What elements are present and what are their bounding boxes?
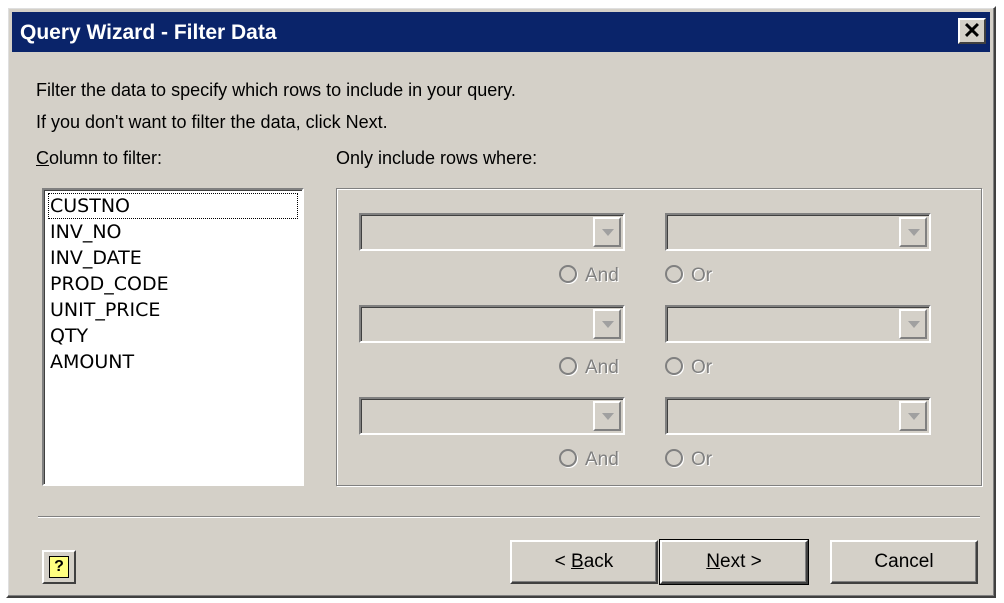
and-radio-2[interactable]: And	[559, 357, 619, 379]
close-icon: ✕	[962, 18, 982, 43]
instruction-line-2: If you don't want to filter the data, cl…	[36, 112, 388, 132]
help-icon: ?	[49, 556, 69, 578]
separator	[38, 516, 980, 518]
criteria-group: And Or And Or And Or	[336, 188, 982, 486]
value-combo-2[interactable]	[665, 305, 931, 343]
query-wizard-dialog: Query Wizard - Filter Data ✕ Filter the …	[6, 6, 996, 598]
title-bar[interactable]: Query Wizard - Filter Data ✕	[12, 12, 990, 52]
radio-icon	[559, 449, 577, 467]
list-item[interactable]: PROD_CODE	[48, 271, 298, 297]
operator-combo-3[interactable]	[359, 397, 625, 435]
cancel-button[interactable]: Cancel	[830, 540, 978, 584]
back-button[interactable]: < Back	[510, 540, 658, 584]
list-item[interactable]: INV_NO	[48, 219, 298, 245]
list-item[interactable]: QTY	[48, 323, 298, 349]
list-item[interactable]: INV_DATE	[48, 245, 298, 271]
close-button[interactable]: ✕	[958, 18, 986, 44]
chevron-down-icon[interactable]	[899, 309, 927, 339]
and-radio-3[interactable]: And	[559, 449, 619, 471]
or-radio-2[interactable]: Or	[665, 357, 712, 379]
list-item[interactable]: AMOUNT	[48, 349, 298, 375]
or-radio-1[interactable]: Or	[665, 265, 712, 287]
criteria-label: Only include rows where:	[336, 148, 538, 168]
list-item[interactable]: CUSTNO	[48, 193, 298, 219]
column-listbox[interactable]: CUSTNO INV_NO INV_DATE PROD_CODE UNIT_PR…	[42, 188, 304, 486]
or-radio-3[interactable]: Or	[665, 449, 712, 471]
window-title: Query Wizard - Filter Data	[20, 21, 277, 44]
value-combo-1[interactable]	[665, 213, 931, 251]
operator-combo-2[interactable]	[359, 305, 625, 343]
radio-icon	[559, 357, 577, 375]
chevron-down-icon[interactable]	[899, 401, 927, 431]
chevron-down-icon[interactable]	[593, 309, 621, 339]
radio-icon	[665, 357, 683, 375]
radio-icon	[559, 265, 577, 283]
radio-icon	[665, 449, 683, 467]
chevron-down-icon[interactable]	[593, 217, 621, 247]
next-button[interactable]: Next >	[659, 539, 809, 585]
radio-icon	[665, 265, 683, 283]
value-combo-3[interactable]	[665, 397, 931, 435]
help-button[interactable]: ?	[42, 550, 76, 584]
chevron-down-icon[interactable]	[899, 217, 927, 247]
and-radio-1[interactable]: And	[559, 265, 619, 287]
list-item[interactable]: UNIT_PRICE	[48, 297, 298, 323]
column-to-filter-label: Column to filter:	[36, 148, 163, 168]
operator-combo-1[interactable]	[359, 213, 625, 251]
instruction-line-1: Filter the data to specify which rows to…	[36, 80, 516, 100]
chevron-down-icon[interactable]	[593, 401, 621, 431]
